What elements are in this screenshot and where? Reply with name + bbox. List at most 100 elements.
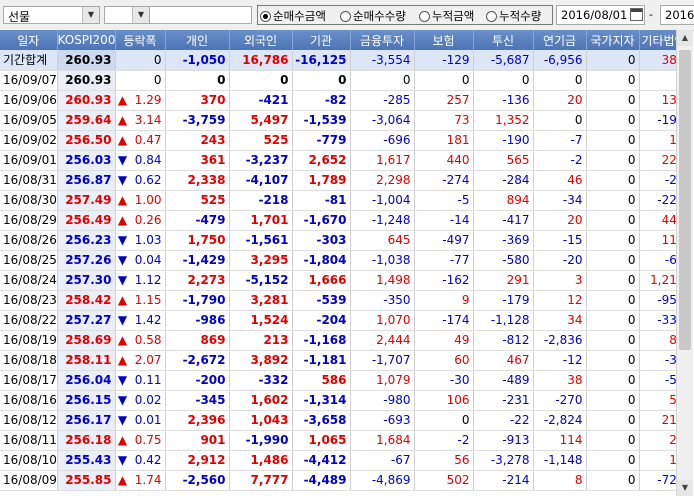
column-header[interactable]: 연기금 <box>533 30 587 50</box>
up-arrow-icon: ▲ <box>117 193 128 207</box>
date-cell: 16/09/07 <box>0 70 58 91</box>
value-cell-ins: 49 <box>414 330 474 351</box>
table-row[interactable]: 16/08/29 256.49 ▲ 0.26 -479 1,701 -1,670 -1,248… <box>0 210 689 231</box>
date-cell: 16/09/05 <box>0 110 58 131</box>
column-header[interactable]: 금융투자 <box>350 30 415 50</box>
table-row[interactable]: 16/08/30 257.49 ▲ 1.00 525 -218 -81 -1,004 -5 894… <box>0 190 689 211</box>
date-cell: 16/09/06 <box>0 90 58 111</box>
scroll-thumb[interactable] <box>679 50 691 350</box>
table-row[interactable]: 16/08/10 255.43 ▼ 0.42 2,912 1,486 -4,412 -67 56… <box>0 450 689 471</box>
value-cell-ins: -274 <box>414 170 474 191</box>
table-row[interactable]: 16/09/06 260.93 ▲ 1.29 370 -421 -82 -285 257 -136… <box>0 90 689 111</box>
change-value: 3.14 <box>134 113 162 127</box>
column-header[interactable]: 개인 <box>165 30 230 50</box>
value-cell-f: 7,777 <box>229 470 293 491</box>
value-cell-p: 2,912 <box>165 450 230 471</box>
table-row[interactable]: 16/08/24 257.30 ▼ 1.12 2,273 -5,152 1,666 1,498… <box>0 270 689 291</box>
table-row[interactable]: 16/08/16 256.15 ▼ 0.02 -345 1,602 -1,314 -980 10… <box>0 390 689 411</box>
column-header[interactable]: 일자 <box>0 30 58 50</box>
summary-row[interactable]: 기간합계 260.93 0 -1,050 16,786 -16,125 -3,554 -129… <box>0 50 689 71</box>
value-cell-tr: -284 <box>473 170 534 191</box>
value-cell-tr: -190 <box>473 130 534 151</box>
code-select[interactable]: ▼ <box>104 6 150 24</box>
value-cell-gov: 0 <box>586 70 640 91</box>
table-row[interactable]: 16/08/31 256.87 ▼ 0.62 2,338 -4,107 1,789 2,298… <box>0 170 689 191</box>
date-from-field[interactable]: 2016/08/01 <box>556 5 645 25</box>
value-cell-ins: 0 <box>414 410 474 431</box>
value-cell-i: -204 <box>292 310 351 331</box>
code-name-field[interactable] <box>150 6 252 24</box>
scroll-down-icon[interactable]: ▼ <box>677 480 693 496</box>
value-cell-tr: 0 <box>473 70 534 91</box>
value-cell-p: -479 <box>165 210 230 231</box>
value-cell-tr: 894 <box>473 190 534 211</box>
chevron-down-icon[interactable]: ▼ <box>82 7 99 23</box>
value-cell-pen: -270 <box>533 390 587 411</box>
value-cell-i: -779 <box>292 130 351 151</box>
chevron-down-icon[interactable]: ▼ <box>132 7 149 23</box>
change-cell: ▼ 0.84 <box>115 150 166 171</box>
value-cell-f: -332 <box>229 370 293 391</box>
column-header[interactable]: 투신 <box>473 30 534 50</box>
value-cell-pen: -15 <box>533 230 587 251</box>
table-row[interactable]: 16/08/18 258.11 ▲ 2.07 -2,672 3,892 -1,181 -1,7… <box>0 350 689 371</box>
change-cell: ▲ 1.29 <box>115 90 166 111</box>
change-cell: ▼ 0.02 <box>115 390 166 411</box>
kospi200-cell: 257.30 <box>57 270 116 291</box>
column-header[interactable]: 기관 <box>292 30 351 50</box>
value-cell-f: 1,486 <box>229 450 293 471</box>
change-cell: ▼ 1.42 <box>115 310 166 331</box>
table-row[interactable]: 16/08/25 257.26 ▼ 0.04 -1,429 3,295 -1,804 -1,0… <box>0 250 689 271</box>
investor-trading-table: 일자 KOSPI200 등락폭 개인 외국인 기관 금융투자 보험 투신 연기금 국가지자 기타법인 … <box>0 30 689 491</box>
value-cell-p: 1,750 <box>165 230 230 251</box>
radio-unchecked-icon[interactable] <box>419 11 430 22</box>
value-cell-ins: -14 <box>414 210 474 231</box>
table-row[interactable]: 16/09/02 256.50 ▲ 0.47 243 525 -779 -696 181 -190… <box>0 130 689 151</box>
up-arrow-icon: ▲ <box>117 333 128 347</box>
value-cell-fin: 645 <box>350 230 415 251</box>
table-row[interactable]: 16/09/01 256.03 ▼ 0.84 361 -3,237 2,652 1,617 44… <box>0 150 689 171</box>
scroll-up-icon[interactable]: ▲ <box>677 30 693 46</box>
table-row[interactable]: 16/08/17 256.04 ▼ 0.11 -200 -332 586 1,079 -30 -4… <box>0 370 689 391</box>
value-cell-tr: 467 <box>473 350 534 371</box>
table-row[interactable]: 16/08/23 258.42 ▲ 1.15 -1,790 3,281 -539 -350 9-… <box>0 290 689 311</box>
vertical-scrollbar[interactable]: ▲ ▼ <box>676 30 693 496</box>
table-row[interactable]: 16/08/12 256.17 ▼ 0.01 2,396 1,043 -3,658 -693 0… <box>0 410 689 431</box>
table-row[interactable]: 16/08/19 258.69 ▲ 0.58 869 213 -1,168 2,444 49 -8… <box>0 330 689 351</box>
change-value: 1.42 <box>134 313 162 327</box>
radio-cumulative-amount[interactable]: 누적금액 <box>419 8 474 24</box>
table-row[interactable]: 16/08/22 257.27 ▼ 1.42 -986 1,524 -204 1,070 -17… <box>0 310 689 331</box>
value-cell-pen: -20 <box>533 250 587 271</box>
date-to-field[interactable]: 2016/ <box>660 5 694 25</box>
value-cell-pen: 12 <box>533 290 587 311</box>
table-row[interactable]: 16/08/09 255.85 ▲ 1.74 -2,560 7,777 -4,489 -4,8… <box>0 470 689 491</box>
value-cell-pen: 20 <box>533 90 587 111</box>
calendar-icon[interactable] <box>630 8 643 21</box>
change-value: 1.29 <box>134 93 162 107</box>
table-row[interactable]: 16/08/11 256.18 ▲ 0.75 901 -1,990 1,065 1,684 -2… <box>0 430 689 451</box>
date-cell: 16/08/29 <box>0 210 58 231</box>
column-header[interactable]: 보험 <box>414 30 474 50</box>
radio-net-amount[interactable]: 순매수금액 <box>260 8 326 24</box>
radio-unchecked-icon[interactable] <box>486 11 497 22</box>
column-header[interactable]: 국가지자 <box>586 30 640 50</box>
table-row[interactable]: 16/08/26 256.23 ▼ 1.03 1,750 -1,561 -303 645 -49… <box>0 230 689 251</box>
column-header[interactable]: 외국인 <box>229 30 293 50</box>
radio-unchecked-icon[interactable] <box>340 11 351 22</box>
column-header[interactable]: 등락폭 <box>115 30 166 50</box>
value-cell-pen: -7 <box>533 130 587 151</box>
value-cell-ins: 0 <box>414 70 474 91</box>
column-header[interactable]: KOSPI200 <box>57 30 116 50</box>
value-cell-p: -3,759 <box>165 110 230 131</box>
radio-checked-icon[interactable] <box>260 11 271 22</box>
value-cell-f: -421 <box>229 90 293 111</box>
value-cell-pen: -6,956 <box>533 50 587 71</box>
change-value: 1.15 <box>134 293 162 307</box>
radio-net-quantity[interactable]: 순매수수량 <box>340 8 406 24</box>
table-body: 기간합계 260.93 0 -1,050 16,786 -16,125 -3,554 -129… <box>0 50 689 491</box>
change-value: 1.74 <box>134 473 162 487</box>
radio-cumulative-quantity[interactable]: 누적수량 <box>486 8 541 24</box>
table-row[interactable]: 16/09/05 259.64 ▲ 3.14 -3,759 5,497 -1,539 -3,0… <box>0 110 689 131</box>
table-row[interactable]: 16/09/07260.930000000000 <box>0 70 689 91</box>
market-select[interactable]: 선물 ▼ <box>3 6 100 24</box>
